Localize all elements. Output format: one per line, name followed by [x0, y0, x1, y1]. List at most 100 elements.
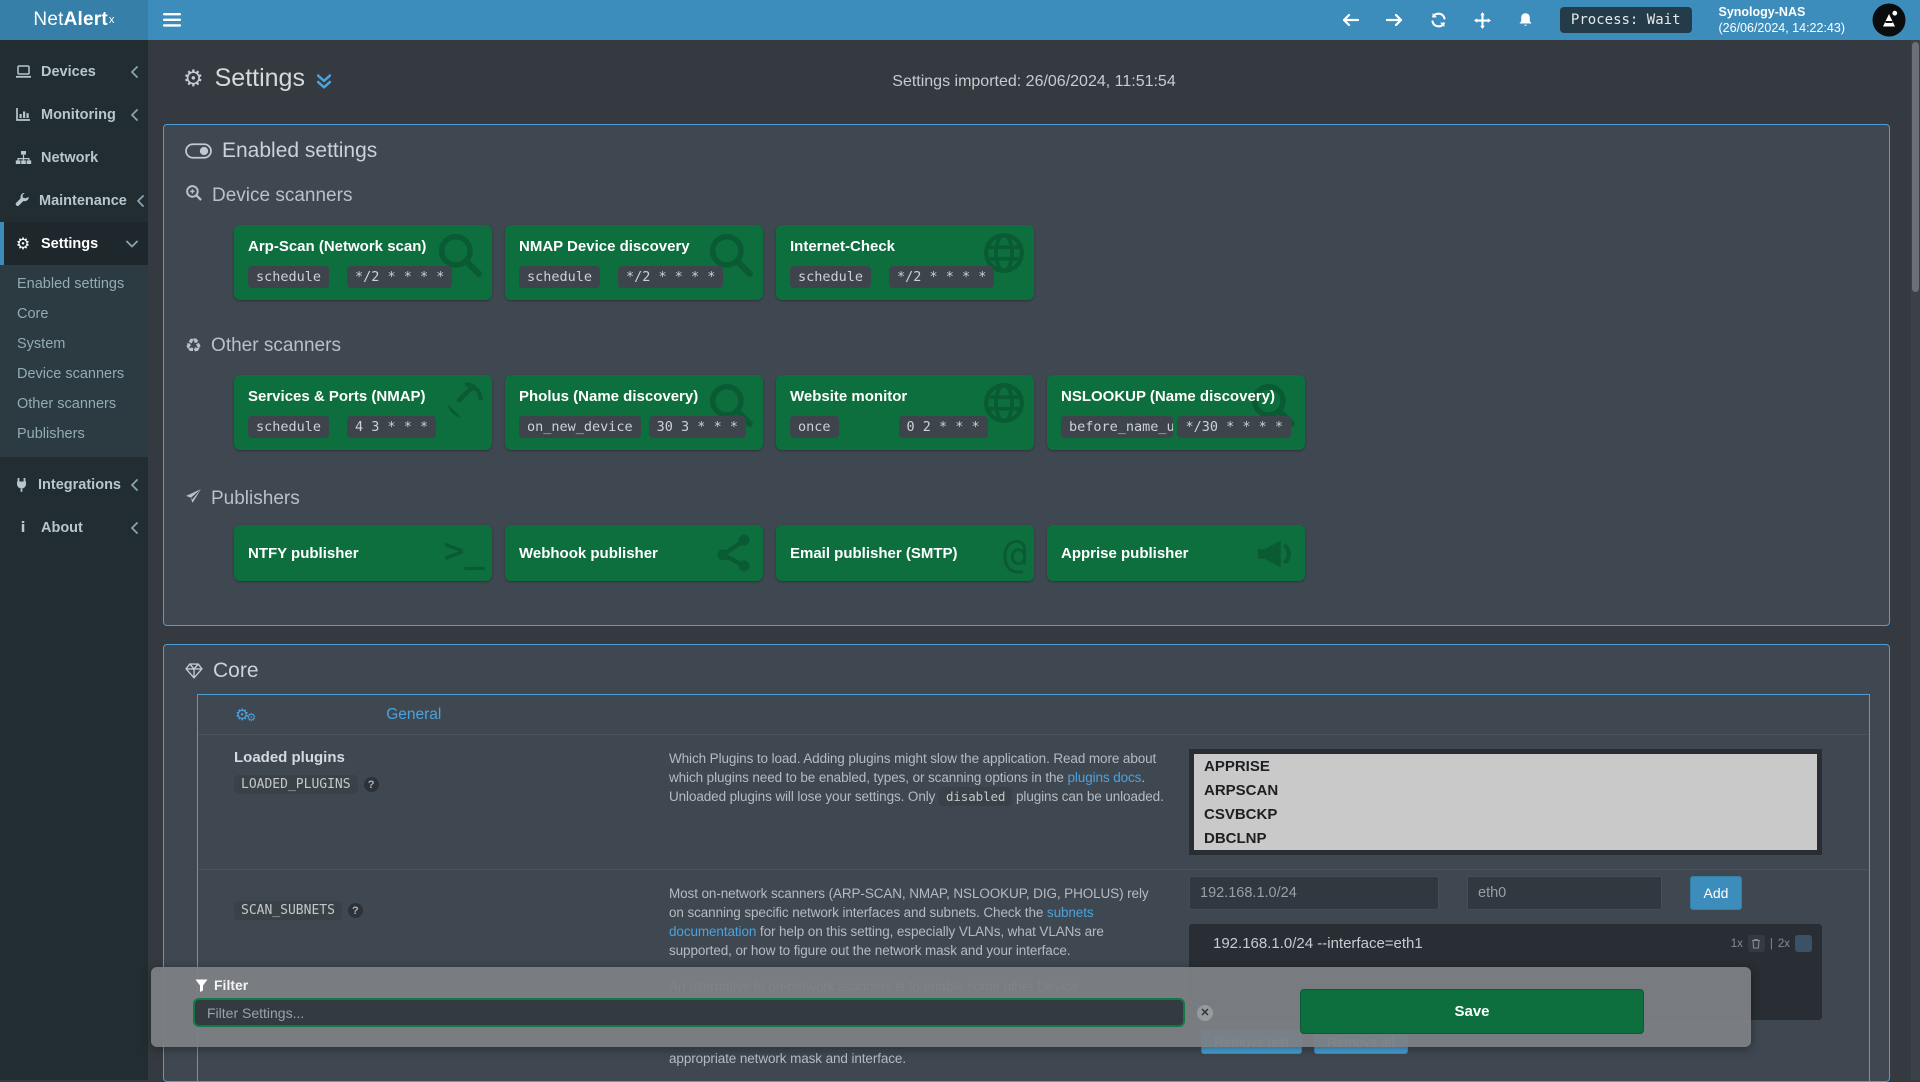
- vertical-scrollbar[interactable]: [1911, 40, 1920, 1080]
- card-arp-scan[interactable]: Arp-Scan (Network scan) schedule */2 * *…: [234, 225, 492, 300]
- trash-icon[interactable]: [1748, 935, 1765, 952]
- setting-code-badge: LOADED_PLUGINS: [234, 775, 358, 794]
- sidebar-item-maintenance[interactable]: Maintenance: [0, 179, 148, 222]
- chart-icon: [14, 107, 32, 122]
- chevron-left-icon: [136, 195, 144, 207]
- sidebar-item-device-scanners[interactable]: Device scanners: [0, 359, 148, 389]
- settings-submenu: Enabled settings Core System Device scan…: [0, 265, 148, 457]
- tab-general[interactable]: General: [386, 706, 441, 724]
- paper-plane-icon: [185, 488, 202, 511]
- refresh-icon[interactable]: [1430, 12, 1447, 28]
- schedule-type-badge: schedule: [519, 266, 600, 288]
- nav-back-icon[interactable]: [1342, 13, 1359, 27]
- schedule-type-badge: schedule: [248, 266, 329, 288]
- card-pholus[interactable]: Pholus (Name discovery) on_new_device 30…: [505, 375, 763, 450]
- sidebar-item-publishers[interactable]: Publishers: [0, 419, 148, 449]
- sidebar-item-monitoring[interactable]: Monitoring: [0, 93, 148, 136]
- enabled-settings-title: Enabled settings: [185, 138, 1889, 164]
- filter-settings-input[interactable]: [193, 998, 1185, 1027]
- wrench-icon: [14, 193, 30, 209]
- publisher-cards: NTFY publisher >_ Webhook publisher Emai…: [234, 525, 1889, 581]
- device-scanners-header: Device scanners: [185, 184, 1889, 208]
- chevron-left-icon: [130, 109, 138, 121]
- sidebar-item-core[interactable]: Core: [0, 299, 148, 329]
- app-logo[interactable]: NetAlertx: [0, 0, 148, 40]
- sidebar-item-about[interactable]: i About: [0, 506, 148, 549]
- schedule-type-badge: schedule: [248, 416, 329, 438]
- subnet-input[interactable]: [1189, 876, 1439, 910]
- schedule-type-badge: on_new_device: [519, 416, 641, 438]
- settings-imported-status: Settings imported: 26/06/2024, 11:51:54: [148, 73, 1920, 91]
- plugin-option-dbclnp[interactable]: DBCLNP: [1194, 826, 1817, 850]
- card-ntfy[interactable]: NTFY publisher >_: [234, 525, 492, 581]
- interface-input[interactable]: [1467, 876, 1662, 910]
- card-email-smtp[interactable]: Email publisher (SMTP) @: [776, 525, 1034, 581]
- sidebar: Devices Monitoring Network Maintenance ⚙…: [0, 40, 148, 1080]
- schedule-type-badge: before_name_upd: [1061, 416, 1173, 438]
- schedule-value-badge: */2 * * * *: [618, 266, 723, 288]
- sidebar-item-enabled-settings[interactable]: Enabled settings: [0, 269, 148, 299]
- plugin-option-apprise[interactable]: APPRISE: [1194, 754, 1817, 778]
- plugin-option-arpscan[interactable]: ARPSCAN: [1194, 778, 1817, 802]
- subnet-entry[interactable]: 192.168.1.0/24 --interface=eth1 1x | 2x: [1199, 935, 1812, 952]
- scrollbar-thumb[interactable]: [1912, 42, 1919, 292]
- host-time: (26/06/2024, 14:22:43): [1719, 20, 1846, 36]
- search-plus-icon: [185, 184, 203, 208]
- filter-overlay: Filter ✕ Save: [151, 967, 1751, 1047]
- save-button[interactable]: Save: [1300, 989, 1644, 1034]
- terminal-icon: >_: [444, 531, 485, 571]
- publishers-header: Publishers: [185, 487, 1889, 511]
- sidebar-item-devices[interactable]: Devices: [0, 50, 148, 93]
- core-title: Core: [185, 658, 1889, 684]
- clear-filter-icon[interactable]: ✕: [1197, 1005, 1213, 1021]
- setting-label: Loaded plugins: [234, 749, 669, 766]
- card-nslookup[interactable]: NSLOOKUP (Name discovery) before_name_up…: [1047, 375, 1305, 450]
- plugin-option-csvbckp[interactable]: CSVBCKP: [1194, 802, 1817, 826]
- schedule-value-badge: 30 3 * * *: [649, 416, 746, 438]
- card-nmap-discovery[interactable]: NMAP Device discovery schedule */2 * * *…: [505, 225, 763, 300]
- info-icon: i: [14, 520, 32, 536]
- sidebar-item-network[interactable]: Network: [0, 136, 148, 179]
- toggle-icon: [185, 143, 212, 159]
- other-scanners-header: ♻ Other scanners: [185, 334, 1889, 358]
- notifications-bell-icon[interactable]: [1518, 12, 1533, 28]
- schedule-value-badge: 0 2 * * *: [899, 416, 988, 438]
- at-sign-icon: @: [1003, 531, 1027, 577]
- schedule-value-badge: */2 * * * *: [889, 266, 994, 288]
- setting-code-badge: SCAN_SUBNETS: [234, 901, 342, 920]
- chevron-left-icon: [130, 66, 138, 78]
- sidebar-item-integrations[interactable]: Integrations: [0, 463, 148, 506]
- card-apprise[interactable]: Apprise publisher: [1047, 525, 1305, 581]
- schedule-value-badge: */2 * * * *: [347, 266, 452, 288]
- main-content: ⚙ Settings Settings imported: 26/06/2024…: [148, 40, 1920, 1080]
- schedule-value-badge: 4 3 * * *: [347, 416, 436, 438]
- card-internet-check[interactable]: Internet-Check schedule */2 * * * *: [776, 225, 1034, 300]
- hamburger-menu-icon[interactable]: [163, 13, 181, 27]
- setting-description: Which Plugins to load. Adding plugins mi…: [669, 749, 1189, 855]
- topbar: NetAlertx Process: Wait Synology-NAS (26…: [0, 0, 1920, 40]
- move-icon[interactable]: [1474, 12, 1491, 29]
- user-avatar[interactable]: [1872, 3, 1906, 37]
- card-webhook[interactable]: Webhook publisher: [505, 525, 763, 581]
- funnel-icon: [195, 979, 208, 992]
- sidebar-item-settings[interactable]: ⚙ Settings: [0, 222, 148, 265]
- sidebar-item-system[interactable]: System: [0, 329, 148, 359]
- duplicate-icon[interactable]: [1795, 935, 1812, 952]
- card-website-monitor[interactable]: Website monitor once 0 2 * * *: [776, 375, 1034, 450]
- add-subnet-button[interactable]: Add: [1690, 876, 1742, 910]
- nav-forward-icon[interactable]: [1386, 13, 1403, 27]
- core-tabs: ⚙⚙ General: [198, 695, 1869, 735]
- filter-title: Filter: [195, 977, 248, 993]
- plug-icon: [14, 477, 29, 493]
- other-scanner-cards: Services & Ports (NMAP) schedule 4 3 * *…: [234, 375, 1889, 450]
- plugins-docs-link[interactable]: plugins docs: [1067, 770, 1141, 785]
- sidebar-item-other-scanners[interactable]: Other scanners: [0, 389, 148, 419]
- process-status-badge: Process: Wait: [1560, 7, 1692, 33]
- help-question-icon[interactable]: ?: [364, 777, 379, 792]
- logo-text: Net: [33, 9, 63, 31]
- help-question-icon[interactable]: ?: [348, 903, 363, 918]
- schedule-type-badge: schedule: [790, 266, 871, 288]
- card-services-ports[interactable]: Services & Ports (NMAP) schedule 4 3 * *…: [234, 375, 492, 450]
- bullhorn-icon: [1252, 531, 1298, 577]
- host-info: Synology-NAS (26/06/2024, 14:22:43): [1719, 4, 1846, 37]
